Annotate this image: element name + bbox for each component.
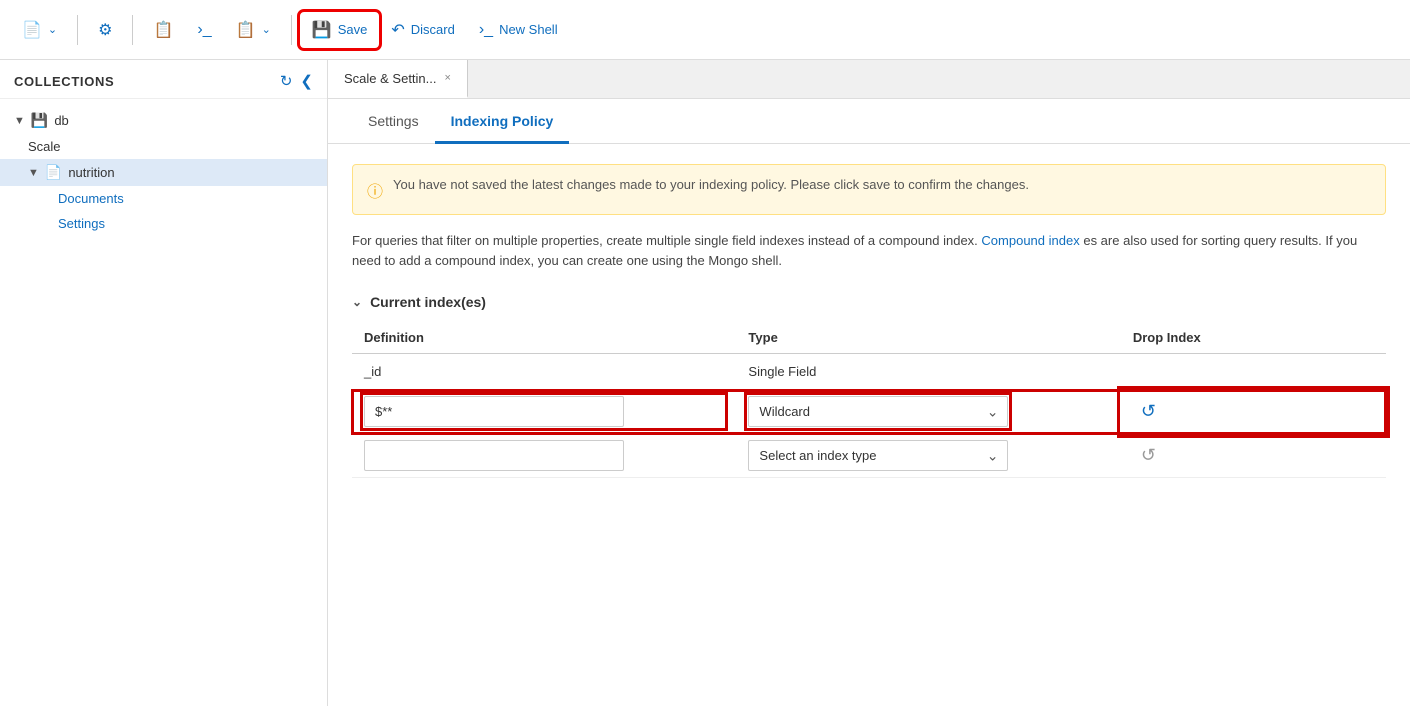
- sidebar-tree: ▼ 💾 db Scale ▼ 📄 nutrition Documents Set…: [0, 99, 327, 244]
- warning-banner: ⓘ You have not saved the latest changes …: [352, 164, 1386, 215]
- toolbar: 📄 ⌄ ⚙ 📋 ›_ 📋 ⌄ 💾 Save ↶ Discard ›_ New S…: [0, 0, 1410, 60]
- definition-input-new[interactable]: [364, 440, 624, 471]
- table-row-wildcard: Wildcard Single Field ↺: [352, 390, 1386, 434]
- tab-close-button[interactable]: ×: [445, 72, 451, 84]
- type-value-id: Single Field: [748, 364, 816, 379]
- import-icon: 📋: [153, 20, 173, 40]
- chevron-nutrition: ▼: [28, 167, 39, 179]
- tab-label: Scale & Settin...: [344, 71, 437, 86]
- content-area: Scale & Settin... × Settings Indexing Po…: [328, 60, 1410, 706]
- section-label: Current index(es): [370, 294, 486, 310]
- terminal-icon: ›_: [197, 21, 211, 39]
- cell-definition-wildcard: [352, 390, 736, 434]
- revert-button-new[interactable]: ↺: [1133, 441, 1164, 470]
- collections-title: COLLECTIONS: [14, 74, 114, 89]
- type-select-new[interactable]: Select an index type Single Field Wildca…: [748, 440, 1008, 471]
- db-label: db: [54, 113, 68, 128]
- db-icon: 💾: [31, 112, 48, 129]
- tab-settings[interactable]: Settings: [352, 99, 435, 144]
- collapse-icon[interactable]: ❮: [300, 72, 313, 90]
- tabs-bar: Scale & Settin... ×: [328, 60, 1410, 99]
- cell-drop-new: ↺: [1121, 434, 1386, 478]
- info-text-part1: For queries that filter on multiple prop…: [352, 233, 978, 248]
- sidebar-item-nutrition[interactable]: ▼ 📄 nutrition: [0, 159, 327, 186]
- info-text: For queries that filter on multiple prop…: [328, 231, 1410, 286]
- table-row-new: Select an index type Single Field Wildca…: [352, 434, 1386, 478]
- divider-3: [291, 15, 292, 45]
- sidebar-item-settings[interactable]: Settings: [0, 211, 327, 236]
- settings-button[interactable]: ⚙: [88, 14, 122, 46]
- new-shell-button[interactable]: ›_ New Shell: [469, 15, 568, 45]
- settings-label: Settings: [58, 216, 105, 231]
- type-select-wildcard[interactable]: Wildcard Single Field: [748, 396, 1008, 427]
- nutrition-label: nutrition: [68, 165, 114, 180]
- cell-drop-id: [1121, 354, 1386, 390]
- export-button[interactable]: 📋 ⌄: [226, 14, 281, 46]
- cell-type-id: Single Field: [736, 354, 1120, 390]
- warning-text: You have not saved the latest changes ma…: [393, 177, 1029, 192]
- discard-label: Discard: [411, 22, 455, 37]
- import-button[interactable]: 📋: [143, 14, 183, 46]
- section-chevron: ⌄: [352, 295, 362, 309]
- cell-drop-wildcard: ↺: [1121, 390, 1386, 434]
- col-header-type: Type: [736, 322, 1120, 354]
- collection-icon: 📄: [45, 164, 62, 181]
- divider-1: [77, 15, 78, 45]
- refresh-icon[interactable]: ↻: [280, 72, 293, 90]
- settings-icon: ⚙: [98, 20, 112, 40]
- sidebar-header: COLLECTIONS ↻ ❮: [0, 60, 327, 99]
- cell-type-wildcard: Wildcard Single Field: [736, 390, 1120, 434]
- save-icon: 💾: [312, 20, 332, 40]
- terminal-button[interactable]: ›_: [187, 15, 221, 45]
- export-icon: 📋: [236, 20, 256, 40]
- discard-icon: ↶: [391, 20, 404, 40]
- page-content: Settings Indexing Policy ⓘ You have not …: [328, 99, 1410, 706]
- scale-label: Scale: [28, 139, 61, 154]
- sidebar-item-scale[interactable]: Scale: [0, 134, 327, 159]
- documents-label: Documents: [58, 191, 124, 206]
- sidebar-header-actions: ↻ ❮: [280, 72, 313, 90]
- new-shell-label: New Shell: [499, 22, 558, 37]
- definition-input-wildcard[interactable]: [364, 396, 624, 427]
- revert-button-wildcard[interactable]: ↺: [1133, 397, 1164, 426]
- cell-definition-new: [352, 434, 736, 478]
- sidebar-item-db[interactable]: ▼ 💾 db: [0, 107, 327, 134]
- discard-button[interactable]: ↶ Discard: [381, 14, 464, 46]
- table-row-id: _id Single Field: [352, 354, 1386, 390]
- new-icon: 📄: [22, 20, 42, 40]
- warning-icon: ⓘ: [367, 178, 383, 202]
- toolbar-dropdown-arrow: ⌄: [48, 23, 57, 36]
- tab-scale-settings[interactable]: Scale & Settin... ×: [328, 60, 468, 98]
- col-header-drop: Drop Index: [1121, 322, 1386, 354]
- compound-index-link[interactable]: Compound index: [981, 233, 1079, 248]
- cell-type-new: Select an index type Single Field Wildca…: [736, 434, 1120, 478]
- sidebar-item-documents[interactable]: Documents: [0, 186, 327, 211]
- chevron-db: ▼: [14, 115, 25, 127]
- sub-tabs: Settings Indexing Policy: [328, 99, 1410, 144]
- main-layout: COLLECTIONS ↻ ❮ ▼ 💾 db Scale ▼ 📄 nutriti…: [0, 60, 1410, 706]
- current-indexes-section[interactable]: ⌄ Current index(es): [328, 286, 1410, 322]
- index-table: Definition Type Drop Index _i: [352, 322, 1386, 478]
- definition-value-id: _id: [364, 364, 381, 379]
- save-label: Save: [338, 22, 368, 37]
- sidebar: COLLECTIONS ↻ ❮ ▼ 💾 db Scale ▼ 📄 nutriti…: [0, 60, 328, 706]
- divider-2: [132, 15, 133, 45]
- shell-icon: ›_: [479, 21, 493, 39]
- cell-definition-id: _id: [352, 354, 736, 390]
- tab-indexing-policy[interactable]: Indexing Policy: [435, 99, 570, 144]
- new-button[interactable]: 📄 ⌄: [12, 14, 67, 46]
- col-header-definition: Definition: [352, 322, 736, 354]
- save-button[interactable]: 💾 Save: [302, 14, 378, 46]
